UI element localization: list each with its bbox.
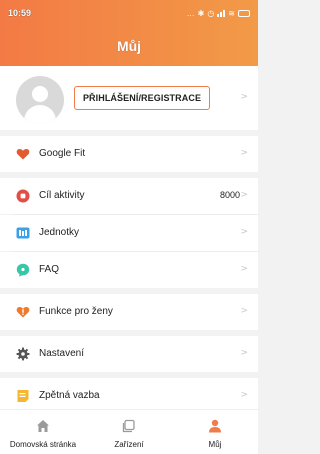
chevron-right-icon: > <box>240 348 248 358</box>
profile-card[interactable]: PŘIHLÁŠENÍ/REGISTRACE > <box>0 66 258 130</box>
units-icon <box>16 227 30 239</box>
avatar-body <box>24 105 56 124</box>
login-register-button[interactable]: PŘIHLÁŠENÍ/REGISTRACE <box>74 86 210 110</box>
chevron-right-icon: > <box>240 148 248 158</box>
chevron-right-icon: > <box>240 264 248 274</box>
status-time: 10:59 <box>8 8 32 18</box>
tab-label-devices: Zařízení <box>114 440 144 449</box>
tab-devices[interactable]: Zařízení <box>86 410 172 454</box>
menu-label-activity-goal: Cíl aktivity <box>39 190 85 201</box>
feedback-icon <box>17 390 29 402</box>
status-icons: … ✱ ◷ ≋ <box>187 9 250 18</box>
goal-icon <box>16 189 30 203</box>
menu-item-settings[interactable]: Nastavení > <box>0 336 258 372</box>
avatar-head <box>32 86 48 102</box>
status-bar: 10:59 … ✱ ◷ ≋ <box>8 4 250 22</box>
header-bar: 10:59 … ✱ ◷ ≋ Můj <box>0 0 258 66</box>
menu-label-units: Jednotky <box>39 227 80 238</box>
tab-label-mine: Můj <box>208 440 222 449</box>
chevron-right-icon: > <box>240 190 248 200</box>
content: PŘIHLÁŠENÍ/REGISTRACE > Google Fit > Cíl… <box>0 66 258 414</box>
menu-label-google-fit: Google Fit <box>39 148 86 159</box>
tab-home[interactable]: Domovská stránka <box>0 410 86 454</box>
tab-mine[interactable]: Můj <box>172 410 258 454</box>
activity-goal-value: 8000 <box>219 190 240 200</box>
chevron-right-icon: > <box>240 390 248 400</box>
menu-label-settings: Nastavení <box>39 348 85 359</box>
page-title: Můj <box>116 38 142 54</box>
bottom-tab-bar: Domovská stránka Zařízení Můj <box>0 409 258 454</box>
menu-label-feedback: Zpětná vazba <box>39 390 100 401</box>
gear-icon <box>16 347 30 361</box>
person-icon <box>209 419 221 433</box>
menu-label-women-features: Funkce pro ženy <box>39 306 113 317</box>
menu-item-units[interactable]: Jednotky > <box>0 215 258 251</box>
chevron-right-icon: > <box>240 92 248 102</box>
faq-icon <box>16 263 30 277</box>
menu-item-google-fit[interactable]: Google Fit > <box>0 136 258 172</box>
menu-item-women-features[interactable]: Funkce pro ženy > <box>0 294 258 330</box>
home-icon <box>37 420 49 432</box>
menu-item-activity-goal[interactable]: Cíl aktivity 8000 > <box>0 178 258 214</box>
chevron-right-icon: > <box>240 306 248 316</box>
more-icon: … <box>186 8 195 18</box>
avatar[interactable] <box>16 76 64 124</box>
bluetooth-icon: ✱ <box>197 8 205 18</box>
signal-icon <box>217 9 226 17</box>
heart-icon <box>16 148 30 160</box>
menu-label-faq: FAQ <box>39 264 60 275</box>
device-icon <box>122 419 135 433</box>
wifi-icon: ≋ <box>228 8 235 18</box>
chevron-right-icon: > <box>240 227 248 237</box>
women-heart-icon <box>16 306 30 318</box>
menu-item-faq[interactable]: FAQ > <box>0 252 258 288</box>
battery-icon <box>238 9 250 17</box>
alarm-icon: ◷ <box>207 8 215 18</box>
tab-label-home: Domovská stránka <box>9 440 77 449</box>
